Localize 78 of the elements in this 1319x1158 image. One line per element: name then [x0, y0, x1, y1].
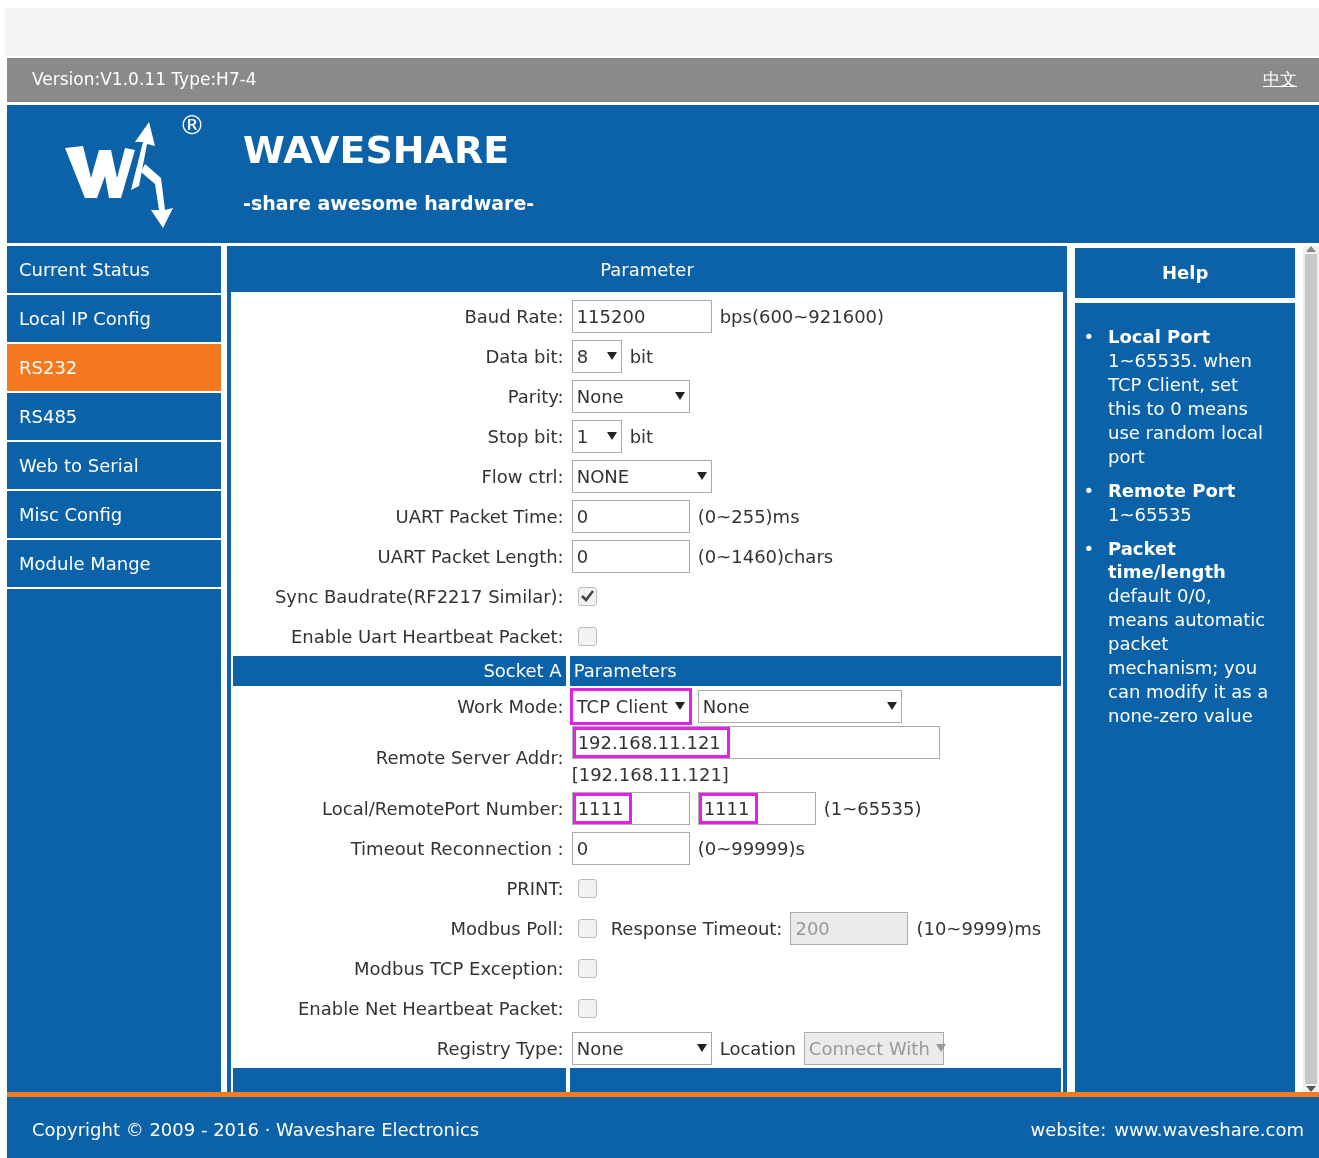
section-header: Socket A — [232, 656, 566, 686]
scrollbar[interactable] — [1303, 246, 1319, 1092]
version-text: Version:V1.0.11 Type:H7-4 — [32, 68, 257, 92]
input-field[interactable]: 115200 — [571, 299, 712, 333]
caret-icon — [696, 1044, 707, 1052]
help-text: 1~65535 — [1108, 502, 1193, 527]
caret-icon — [606, 432, 617, 440]
input-field[interactable]: 0 — [571, 539, 690, 573]
field-label: Sync Baudrate(RF2217 Similar): — [273, 584, 564, 609]
hint-text: (0~99999)s — [697, 836, 805, 861]
brand-name: WAVESHARE — [243, 130, 511, 169]
field-label: Data bit: — [484, 344, 564, 369]
hint-text: (10~9999)ms — [916, 916, 1042, 941]
caret-icon — [674, 702, 685, 710]
field-label: Timeout Reconnection : — [349, 836, 564, 861]
field-label: Parity: — [506, 384, 564, 409]
hint-text: (1~65535) — [823, 796, 922, 821]
dropdown[interactable]: None — [571, 1031, 712, 1065]
field-label: PRINT: — [505, 876, 564, 901]
help-title: Remote Port — [1108, 478, 1236, 503]
copyright-text: Copyright © 2009 - 2016 · Waveshare Electronics — [32, 1118, 480, 1142]
dropdown[interactable]: TCP Client — [571, 689, 690, 723]
field-label: UART Packet Length: — [376, 544, 564, 569]
checkbox[interactable] — [577, 626, 597, 646]
field-label: Stop bit: — [486, 424, 564, 449]
checkbox[interactable] — [577, 998, 597, 1018]
hint-text: [192.168.11.121] — [571, 763, 730, 787]
field-label: Registry Type: — [435, 1036, 564, 1061]
hint-text: Location — [719, 1036, 796, 1061]
checkbox[interactable] — [577, 586, 597, 606]
input-field[interactable]: 1111 — [571, 791, 690, 825]
help-text: default 0/0, means automatic packet mechanism; you can modify it as a none-zero value — [1108, 584, 1270, 728]
section-header: Parameters — [569, 656, 1062, 686]
dropdown[interactable]: 1 — [571, 419, 622, 453]
scroll-up-icon[interactable] — [1306, 246, 1316, 252]
hint-text: Response Timeout: — [610, 916, 783, 941]
panel-title: Help — [1075, 248, 1296, 298]
bullet: • — [1083, 478, 1094, 503]
field-label: Work Mode: — [456, 694, 564, 719]
input-field[interactable]: 1111 — [697, 791, 816, 825]
field-label: Enable Uart Heartbeat Packet: — [289, 624, 564, 649]
field-label: Baud Rate: — [463, 304, 564, 329]
field-label: UART Packet Time: — [394, 504, 564, 529]
checkbox[interactable] — [577, 918, 597, 938]
bullet: • — [1083, 325, 1094, 349]
dropdown[interactable]: 8 — [571, 339, 622, 373]
hint-text: bit — [629, 424, 654, 449]
field-label: Local/RemotePort Number: — [321, 796, 564, 821]
bullet: • — [1083, 536, 1094, 561]
dropdown[interactable]: NONE — [571, 459, 712, 493]
hint-text: (0~1460)chars — [697, 544, 834, 569]
checkbox[interactable] — [577, 958, 597, 978]
hint-text: bps(600~921600) — [719, 304, 885, 329]
field-label: Flow ctrl: — [480, 464, 564, 489]
caret-icon — [696, 472, 707, 480]
caret-icon — [935, 1044, 946, 1052]
help-title: Local Port — [1108, 325, 1212, 349]
caret-icon — [674, 392, 685, 400]
dropdown[interactable]: None — [697, 689, 902, 723]
input-field[interactable]: 0 — [571, 499, 690, 533]
tagline: -share awesome hardware- — [243, 190, 535, 216]
input-field[interactable]: 192.168.11.121 — [571, 726, 940, 759]
checkbox[interactable] — [577, 878, 597, 898]
caret-icon — [886, 702, 897, 710]
field-label: Enable Net Heartbeat Packet: — [296, 996, 564, 1021]
panel-title: Parameter — [230, 250, 1064, 292]
input-field[interactable]: 0 — [571, 831, 690, 865]
field-label: Modbus TCP Exception: — [353, 956, 564, 981]
website-label: website: — [1030, 1118, 1107, 1142]
registered-mark: ® — [179, 109, 205, 142]
dropdown[interactable]: None — [571, 379, 690, 413]
hint-text: (0~255)ms — [697, 504, 800, 529]
field-label: Remote Server Addr: — [374, 745, 564, 770]
caret-icon — [606, 352, 617, 360]
website-link[interactable]: www.waveshare.com — [1114, 1116, 1304, 1143]
field-label: Modbus Poll: — [449, 916, 564, 941]
hint-text: bit — [629, 344, 654, 369]
help-text: 1~65535. when TCP Client, set this to 0 means use random local port — [1108, 348, 1265, 469]
